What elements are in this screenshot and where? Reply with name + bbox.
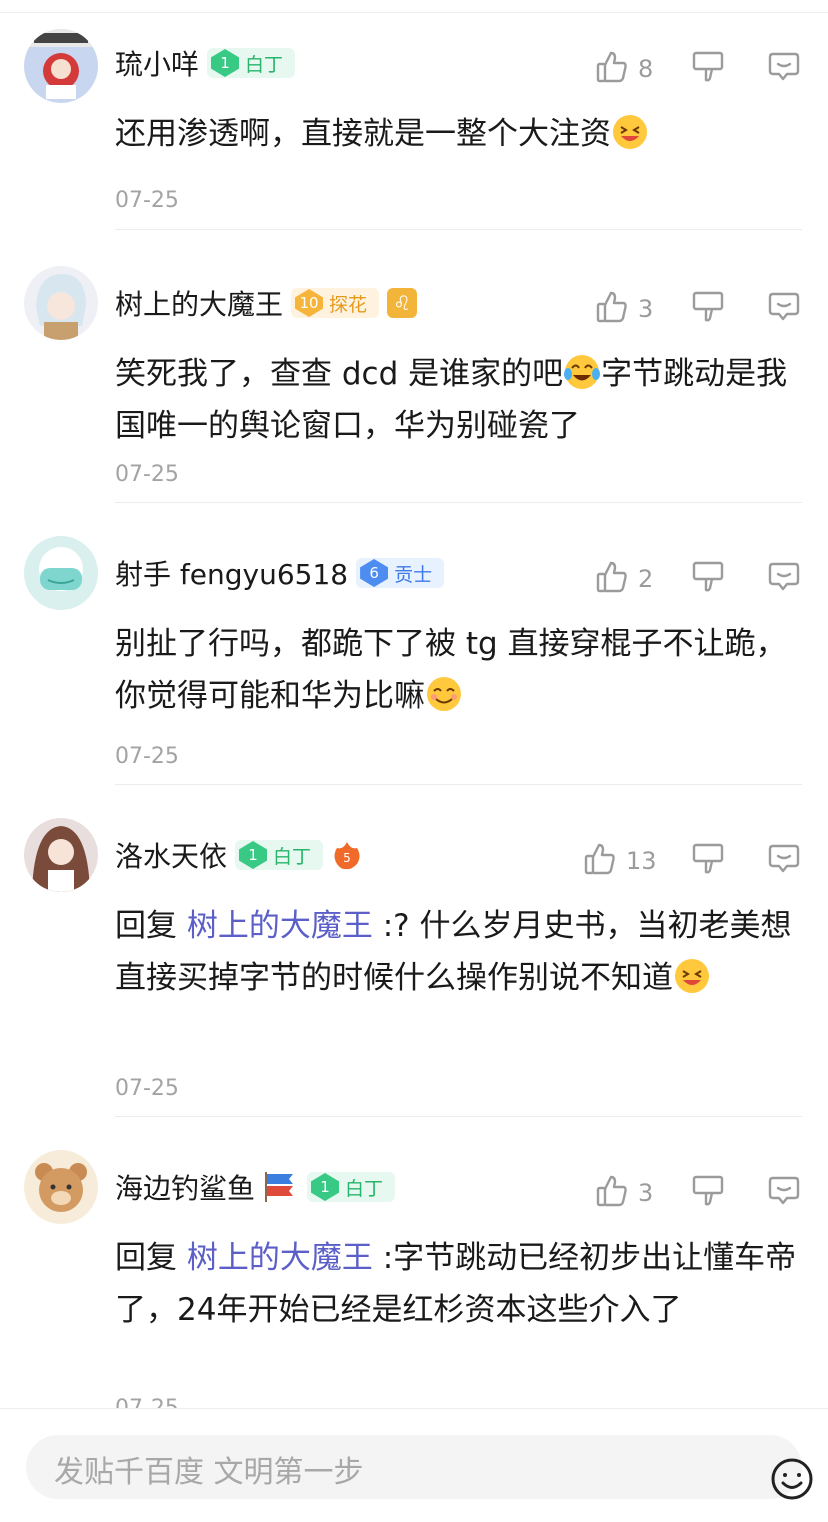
comment-text: 还用渗透啊，直接就是一整个大注资 — [115, 108, 805, 160]
comment-bubble-icon — [767, 291, 801, 327]
like-count: 8 — [638, 55, 654, 83]
thumbs-up-icon — [596, 560, 628, 598]
reply-button[interactable] — [766, 1168, 802, 1218]
mention-link[interactable]: 树上的大魔王 — [187, 1240, 373, 1276]
smiling-face-emoji — [425, 675, 463, 713]
like-count: 3 — [638, 295, 654, 323]
dislike-button[interactable] — [690, 836, 726, 886]
thumbs-down-icon — [692, 1174, 724, 1212]
comment-actions: 3 — [0, 284, 828, 334]
bottom-input-bar: 发贴千百度 文明第一步 — [0, 1408, 828, 1522]
reply-button[interactable] — [766, 836, 802, 886]
reply-button[interactable] — [766, 284, 802, 334]
like-button[interactable]: 13 — [584, 836, 657, 886]
comment-text: 笑死我了，查查 dcd 是谁家的吧 字节跳动是我国唯一的舆论窗口，华为别碰瓷了 — [115, 348, 805, 452]
grinning-squint-emoji — [611, 113, 649, 151]
grinning-squint-emoji — [673, 957, 711, 995]
comment-item: 洛水天依 1 白丁 5 13 回复 树上的大魔王 :? 什么岁月史书，当初老美想直… — [0, 818, 828, 1118]
comment-date: 07-25 — [115, 188, 179, 213]
comment-item: 射手 fengyu6518 6 贡士 2 别扯了行吗，都跪下了被 tg 直接穿棍子… — [0, 536, 828, 786]
tears-of-joy-emoji — [563, 353, 601, 391]
comment-actions: 13 — [0, 836, 828, 886]
like-button[interactable]: 2 — [596, 554, 653, 604]
like-button[interactable]: 3 — [596, 1168, 653, 1218]
divider — [115, 502, 802, 503]
top-divider — [0, 12, 828, 13]
emoji-button[interactable] — [742, 1445, 813, 1500]
comment-bubble-icon — [767, 51, 801, 87]
comment-actions: 3 — [0, 1168, 828, 1218]
comment-bubble-icon — [767, 1175, 801, 1211]
comment-item: 树上的大魔王 10 探花 ♌ 3 笑死我了，查查 dcd 是谁家的吧 字节跳动是我国… — [0, 266, 828, 506]
comment-date: 07-25 — [115, 744, 179, 769]
dislike-button[interactable] — [690, 1168, 726, 1218]
comment-date: 07-25 — [115, 462, 179, 487]
thumbs-up-icon — [596, 290, 628, 328]
thumbs-up-icon — [596, 1174, 628, 1212]
mention-link[interactable]: 树上的大魔王 — [187, 908, 373, 944]
dislike-button[interactable] — [690, 554, 726, 604]
like-count: 13 — [626, 847, 657, 875]
comment-text: 回复 树上的大魔王 :字节跳动已经初步出让懂车帝了，24年开始已经是红杉资本这些… — [115, 1240, 797, 1328]
comment-input[interactable]: 发贴千百度 文明第一步 — [26, 1435, 813, 1500]
smiley-icon — [770, 1457, 814, 1509]
comment-item: 琉小咩 1 白丁 8 还用渗透啊，直接就是一整个大注资 07-25 — [0, 26, 828, 231]
thumbs-down-icon — [692, 290, 724, 328]
reply-button[interactable] — [766, 554, 802, 604]
like-button[interactable]: 3 — [596, 284, 653, 334]
reply-button[interactable] — [766, 44, 802, 94]
comment-bubble-icon — [767, 843, 801, 879]
thumbs-down-icon — [692, 50, 724, 88]
thumbs-up-icon — [596, 50, 628, 88]
divider — [115, 229, 802, 230]
comment-date: 07-25 — [115, 1076, 179, 1101]
comment-actions: 2 — [0, 554, 828, 604]
comment-actions: 8 — [0, 44, 828, 94]
dislike-button[interactable] — [690, 44, 726, 94]
divider — [115, 1116, 802, 1117]
comment-item: 海边钓鲨鱼 1 白丁 3 回复 树上的大魔王 :字节跳动已经初步出让懂车帝了，24… — [0, 1150, 828, 1421]
like-count: 3 — [638, 1179, 654, 1207]
divider — [115, 784, 802, 785]
comment-text: 回复 树上的大魔王 :? 什么岁月史书，当初老美想直接买掉字节的时候什么操作别说… — [115, 908, 792, 996]
input-placeholder: 发贴千百度 文明第一步 — [54, 1455, 364, 1490]
thumbs-down-icon — [692, 560, 724, 598]
like-button[interactable]: 8 — [596, 44, 653, 94]
comment-text: 别扯了行吗，都跪下了被 tg 直接穿棍子不让跪，你觉得可能和华为比嘛 — [115, 626, 787, 714]
thumbs-up-icon — [584, 842, 616, 880]
thumbs-down-icon — [692, 842, 724, 880]
like-count: 2 — [638, 565, 654, 593]
dislike-button[interactable] — [690, 284, 726, 334]
comment-bubble-icon — [767, 561, 801, 597]
